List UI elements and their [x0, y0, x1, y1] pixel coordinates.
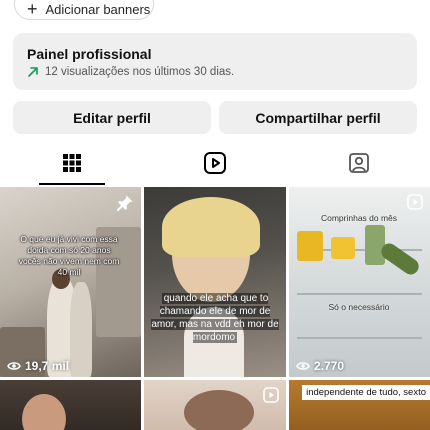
- dashboard-title: Painel profissional: [27, 46, 152, 62]
- grid-icon: [62, 154, 81, 172]
- person-figure: [70, 282, 92, 377]
- add-banners-button[interactable]: + Adicionar banners: [14, 0, 154, 20]
- post-thumbnail[interactable]: Comprinhas do mês Só o necessário 2.770: [289, 187, 430, 377]
- blonde-hair: [162, 197, 260, 257]
- post-caption: O que eu já vivi com essa doida com só 2…: [18, 234, 120, 277]
- active-tab-indicator: [39, 183, 105, 185]
- tab-tagged[interactable]: [287, 140, 430, 186]
- food-container: [365, 225, 385, 265]
- food-container: [331, 237, 355, 259]
- tab-posts[interactable]: [0, 140, 143, 186]
- post-thumbnail[interactable]: [144, 380, 286, 430]
- fridge-shelf: [297, 337, 422, 339]
- post-caption: independente de tudo, sexto: [302, 385, 430, 400]
- view-count-label: 2.770: [314, 359, 345, 373]
- reel-icon: [407, 194, 423, 210]
- eye-icon: [7, 362, 21, 370]
- trend-up-icon: [28, 67, 38, 77]
- add-banners-label: Adicionar banners: [45, 1, 151, 17]
- post-thumbnail[interactable]: [0, 380, 141, 430]
- post-thumbnail[interactable]: quando ele acha que to chamando ele de m…: [144, 187, 286, 377]
- view-count-label: 19,7 mil: [25, 359, 70, 373]
- person-hair: [184, 390, 254, 430]
- pin-icon: [117, 195, 133, 211]
- professional-dashboard[interactable]: Painel profissional 12 visualizações nos…: [13, 33, 417, 90]
- fridge-shelf: [297, 293, 422, 295]
- edit-profile-button[interactable]: Editar perfil: [13, 101, 211, 134]
- food-container: [297, 231, 323, 261]
- tagged-icon: [348, 153, 369, 173]
- plus-icon: +: [27, 0, 38, 19]
- post-thumbnail[interactable]: independente de tudo, sexto: [289, 380, 430, 430]
- share-profile-button[interactable]: Compartilhar perfil: [219, 101, 417, 134]
- post-caption-middle: Só o necessário: [328, 302, 390, 312]
- eye-icon: [296, 362, 310, 370]
- post-thumbnail[interactable]: O que eu já vivi com essa doida com só 2…: [0, 187, 141, 377]
- view-count: 19,7 mil: [7, 359, 69, 373]
- reels-icon: [203, 152, 226, 174]
- person-face: [22, 394, 66, 430]
- post-caption: quando ele acha que to chamando ele de m…: [151, 293, 279, 343]
- reel-icon: [263, 387, 279, 403]
- view-count: 2.770: [296, 359, 344, 373]
- dashboard-subtitle: 12 visualizações nos últimos 30 dias.: [45, 66, 235, 78]
- profile-tabs: [0, 140, 430, 186]
- posts-grid: O que eu já vivi com essa doida com só 2…: [0, 187, 430, 430]
- tab-reels[interactable]: [143, 140, 286, 186]
- post-caption-top: Comprinhas do mês: [320, 213, 398, 223]
